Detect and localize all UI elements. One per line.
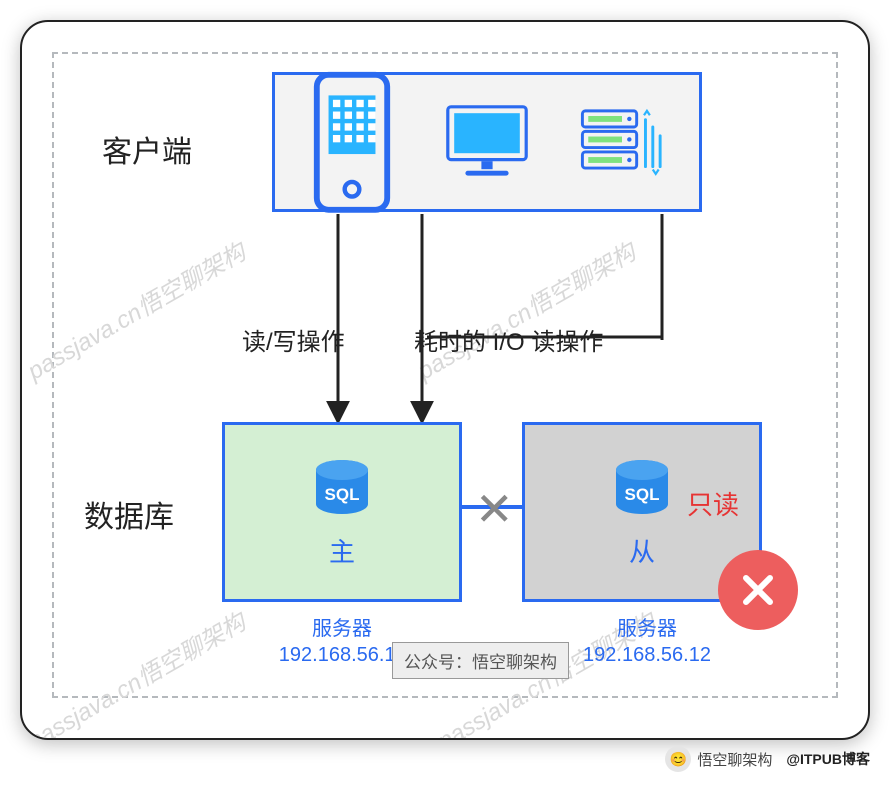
db-slave-role: 从 xyxy=(629,532,655,569)
diagram-card: passjava.cn悟空聊架构 passjava.cn悟空聊架构 passja… xyxy=(20,20,870,740)
db-slave-tag: SQL xyxy=(625,485,660,504)
db-slave-readonly-label: 只读 xyxy=(687,485,739,522)
wechat-avatar-icon: 😊 xyxy=(665,746,691,772)
itpub-credit: @ITPUB博客 xyxy=(786,749,870,769)
database-section-label: 数据库 xyxy=(84,492,174,536)
server-a-title: 服务器 xyxy=(247,616,437,642)
database-icon: SQL xyxy=(307,456,377,526)
server-b-title: 服务器 xyxy=(552,616,742,642)
edge-label-read-write: 读/写操作 xyxy=(242,322,345,357)
db-master-tag: SQL xyxy=(325,485,360,504)
edge-label-heavy-io: 耗时的 I/O 读操作 xyxy=(414,322,603,357)
db-master-role: 主 xyxy=(329,532,355,569)
server-b-ip: 192.168.56.12 xyxy=(552,642,742,668)
wechat-account: 😊 悟空聊架构 xyxy=(665,746,772,772)
db-master-box: SQL 主 xyxy=(222,422,462,602)
footer-attribution: 😊 悟空聊架构 @ITPUB博客 xyxy=(20,746,870,772)
server-b-caption: 服务器 192.168.56.12 xyxy=(552,616,742,668)
gongzhonghao-badge: 公众号：悟空聊架构 xyxy=(392,642,569,679)
wechat-name: 悟空聊架构 xyxy=(697,749,772,770)
database-icon: SQL xyxy=(607,456,677,526)
cross-mark: ✕ xyxy=(475,482,514,536)
